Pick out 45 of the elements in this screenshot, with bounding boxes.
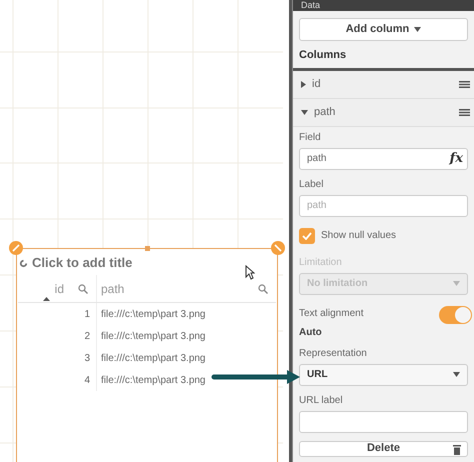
- field-label: Label: [299, 178, 324, 192]
- table-object[interactable]: Click to add title id path 1 file:///c:\temp\part 3.png 2 file:///c:\temp\part 3.png 3 file:///c:\temp\part 3.png 4 file:///c:\temp\part 3.png: [16, 248, 278, 462]
- url-label-input[interactable]: [299, 410, 468, 432]
- cursor-icon: [245, 265, 255, 280]
- field-label: Representation: [299, 346, 368, 360]
- table-cell-text: 3: [84, 352, 90, 366]
- panel-title: Data: [301, 0, 322, 11]
- table-cell-text: file:///c:\temp\part 3.png: [101, 352, 206, 366]
- checkbox[interactable]: [299, 228, 315, 244]
- formula-button[interactable]: fx: [450, 148, 463, 168]
- column-item[interactable]: id: [293, 70, 474, 98]
- table-cell-text: 4: [84, 374, 90, 388]
- resize-handle[interactable]: [271, 241, 285, 255]
- add-column-button[interactable]: Add column: [299, 18, 468, 41]
- object-title[interactable]: Click to add title: [32, 253, 132, 273]
- table-cell-text: file:///c:\temp\part 3.png: [101, 374, 206, 388]
- alignment-value: Auto: [299, 326, 323, 340]
- field-label: Text alignment: [299, 306, 364, 320]
- drag-handle-icon: [459, 108, 470, 116]
- table-cell-text: file:///c:\temp\part 3.png: [101, 308, 206, 322]
- resize-handle[interactable]: [145, 246, 150, 251]
- label-input[interactable]: path: [299, 194, 468, 216]
- search-icon: [258, 284, 268, 294]
- checkbox-label: Show null values: [321, 229, 396, 243]
- field-label: Field: [299, 130, 322, 144]
- refresh-icon: [19, 258, 28, 268]
- field-label: URL label: [299, 394, 344, 408]
- caret-icon: [453, 281, 460, 286]
- caret-icon: [453, 372, 460, 377]
- table-cell-text: file:///c:\temp\part 3.png: [101, 330, 206, 344]
- table-cell-text: 1: [84, 308, 90, 322]
- sort-ascending-icon: [43, 297, 50, 301]
- section-heading: Columns: [299, 48, 348, 63]
- column-item[interactable]: path: [293, 98, 474, 126]
- check-icon: [302, 232, 312, 240]
- drag-handle-icon: [459, 80, 470, 88]
- search-icon: [78, 284, 88, 294]
- representation-dropdown[interactable]: URL: [299, 364, 468, 386]
- caret-icon: [414, 27, 422, 32]
- resize-handle[interactable]: [9, 241, 23, 255]
- field-input[interactable]: path fx: [299, 148, 468, 170]
- delete-button[interactable]: Delete: [299, 440, 468, 456]
- trash-icon: [453, 444, 461, 454]
- toggle-switch[interactable]: [439, 306, 472, 324]
- table-cell-text: 2: [84, 330, 90, 344]
